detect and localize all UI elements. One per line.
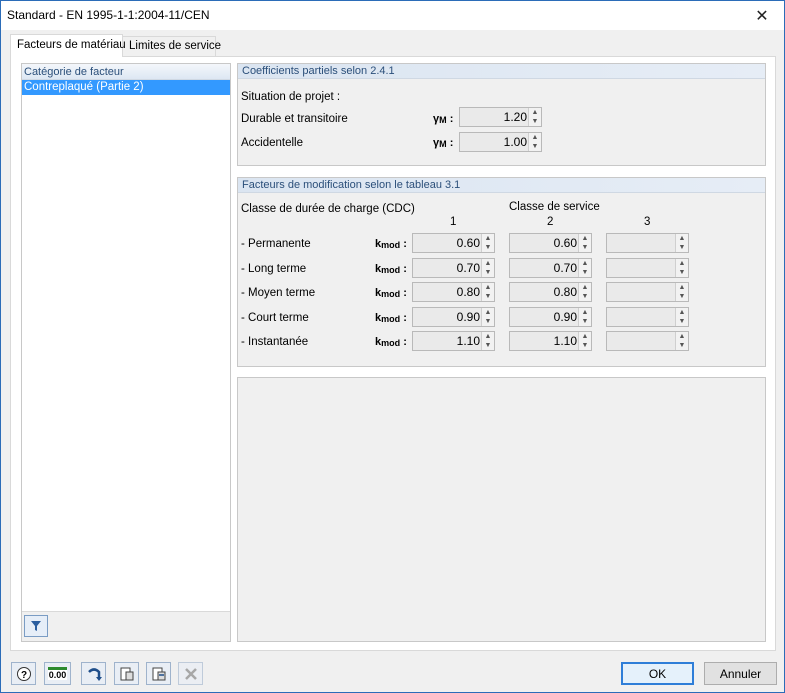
stepper-arrows-icon[interactable]: ▲ ▼	[675, 259, 688, 277]
stepper-value: 0.90	[553, 310, 577, 324]
stepper-value: 1.10	[456, 334, 480, 348]
group-header: Facteurs de modification selon le tablea…	[238, 178, 765, 193]
stepper-arrows-icon[interactable]: ▲ ▼	[675, 283, 688, 301]
svg-text:?: ?	[20, 670, 26, 681]
col-header-2: 2	[547, 216, 554, 228]
cdc-row-label: - Court terme	[241, 312, 309, 324]
stepper-arrows-icon[interactable]: ▲ ▼	[578, 234, 591, 252]
kmod-stepper-class-2[interactable]: 0.60 ▲ ▼	[509, 233, 592, 253]
stepper-value: 0.70	[456, 261, 480, 275]
stepper-arrows-icon[interactable]: ▲ ▼	[675, 332, 688, 350]
kmod-symbol: kmod :	[375, 287, 407, 299]
stepper-value: 0.70	[553, 261, 577, 275]
stepper-value: 0.80	[553, 285, 577, 299]
tab-label: Facteurs de matériau	[17, 39, 126, 51]
list-item[interactable]: Contreplaqué (Partie 2)	[22, 80, 230, 95]
list-header: Catégorie de facteur	[22, 64, 230, 80]
cdc-label: Classe de durée de charge (CDC)	[241, 203, 415, 215]
kmod-stepper-class-2[interactable]: 0.70 ▲ ▼	[509, 258, 592, 278]
export-button[interactable]	[146, 662, 171, 685]
delete-button[interactable]	[178, 662, 203, 685]
cdc-row-label: - Long terme	[241, 263, 307, 275]
title-bar: Standard - EN 1995-1-1:2004-11/CEN ✕	[1, 1, 784, 30]
kmod-symbol: kmod :	[375, 336, 407, 348]
reset-button[interactable]	[81, 662, 106, 685]
kmod-symbol: kmod :	[375, 238, 407, 250]
col-header-1: 1	[450, 216, 457, 228]
kmod-symbol: kmod :	[375, 312, 407, 324]
kmod-stepper-class-1[interactable]: 0.90 ▲ ▼	[412, 307, 495, 327]
cdc-row-label: - Moyen terme	[241, 287, 316, 299]
accidental-label: Accidentelle	[241, 137, 304, 149]
col-header-3: 3	[644, 216, 651, 228]
stepper-arrows-icon[interactable]: ▲ ▼	[675, 234, 688, 252]
kmod-stepper-class-1[interactable]: 1.10 ▲ ▼	[412, 331, 495, 351]
kmod-stepper-class-3[interactable]: ▲ ▼	[606, 282, 689, 302]
situation-label: Situation de projet :	[241, 91, 341, 103]
stepper-arrows-icon[interactable]: ▲ ▼	[481, 308, 494, 326]
cdc-row-label: - Instantanée	[241, 336, 309, 348]
kmod-stepper-class-1[interactable]: 0.80 ▲ ▼	[412, 282, 495, 302]
help-button[interactable]: ?	[11, 662, 36, 685]
durable-label: Durable et transitoire	[241, 113, 348, 125]
group-header: Coefficients partiels selon 2.4.1	[238, 64, 765, 79]
kmod-stepper-class-2[interactable]: 1.10 ▲ ▼	[509, 331, 592, 351]
stepper-arrows-icon[interactable]: ▲ ▼	[675, 308, 688, 326]
kmod-stepper-class-3[interactable]: ▲ ▼	[606, 307, 689, 327]
stepper-arrows-icon[interactable]: ▲ ▼	[578, 259, 591, 277]
factor-category-list: Catégorie de facteur Contreplaqué (Parti…	[21, 63, 231, 642]
gamma-m-symbol: γM :	[433, 113, 454, 125]
decimal-icon: 0.00	[47, 667, 68, 680]
stepper-arrows-icon[interactable]: ▲ ▼	[528, 133, 541, 151]
close-icon[interactable]: ✕	[740, 1, 784, 30]
document-export-icon	[152, 667, 165, 680]
decimal-places-button[interactable]: 0.00	[44, 662, 71, 685]
stepper-value: 1.00	[503, 135, 527, 149]
gamma-m-durable-stepper[interactable]: 1.20 ▲ ▼	[459, 107, 542, 127]
kmod-symbol: kmod :	[375, 263, 407, 275]
tab-label: Limites de service	[129, 40, 222, 52]
stepper-arrows-icon[interactable]: ▲ ▼	[481, 259, 494, 277]
list-footer	[22, 611, 230, 641]
undo-arrow-icon	[87, 667, 102, 681]
stepper-value: 1.20	[503, 110, 527, 124]
cancel-button[interactable]: Annuler	[704, 662, 777, 685]
kmod-stepper-class-1[interactable]: 0.70 ▲ ▼	[412, 258, 495, 278]
stepper-value: 1.10	[553, 334, 577, 348]
stepper-value: 0.90	[456, 310, 480, 324]
stepper-value: 0.60	[553, 236, 577, 250]
document-import-icon	[120, 667, 133, 680]
kmod-stepper-class-3[interactable]: ▲ ▼	[606, 233, 689, 253]
help-icon: ?	[16, 666, 31, 681]
stepper-value: 0.80	[456, 285, 480, 299]
stepper-arrows-icon[interactable]: ▲ ▼	[481, 234, 494, 252]
ok-button[interactable]: OK	[621, 662, 694, 685]
delete-icon	[184, 667, 197, 680]
stepper-arrows-icon[interactable]: ▲ ▼	[481, 283, 494, 301]
details-panel	[237, 377, 766, 642]
kmod-stepper-class-3[interactable]: ▲ ▼	[606, 258, 689, 278]
filter-icon	[31, 621, 41, 631]
kmod-stepper-class-1[interactable]: 0.60 ▲ ▼	[412, 233, 495, 253]
dialog-window: Standard - EN 1995-1-1:2004-11/CEN ✕ Fac…	[0, 0, 785, 693]
stepper-arrows-icon[interactable]: ▲ ▼	[578, 332, 591, 350]
kmod-stepper-class-2[interactable]: 0.80 ▲ ▼	[509, 282, 592, 302]
gamma-m-symbol: γM :	[433, 137, 454, 149]
stepper-arrows-icon[interactable]: ▲ ▼	[578, 283, 591, 301]
kmod-stepper-class-3[interactable]: ▲ ▼	[606, 331, 689, 351]
stepper-arrows-icon[interactable]: ▲ ▼	[528, 108, 541, 126]
window-title: Standard - EN 1995-1-1:2004-11/CEN	[7, 8, 210, 22]
cdc-row-label: - Permanente	[241, 238, 311, 250]
gamma-m-accidental-stepper[interactable]: 1.00 ▲ ▼	[459, 132, 542, 152]
service-class-label: Classe de service	[509, 201, 600, 213]
stepper-arrows-icon[interactable]: ▲ ▼	[578, 308, 591, 326]
tab-limites-service[interactable]: Limites de service	[122, 36, 221, 56]
tab-facteurs-materiau[interactable]: Facteurs de matériau	[10, 34, 126, 57]
stepper-value: 0.60	[456, 236, 480, 250]
filter-button[interactable]	[24, 615, 48, 637]
kmod-stepper-class-2[interactable]: 0.90 ▲ ▼	[509, 307, 592, 327]
import-button[interactable]	[114, 662, 139, 685]
stepper-arrows-icon[interactable]: ▲ ▼	[481, 332, 494, 350]
